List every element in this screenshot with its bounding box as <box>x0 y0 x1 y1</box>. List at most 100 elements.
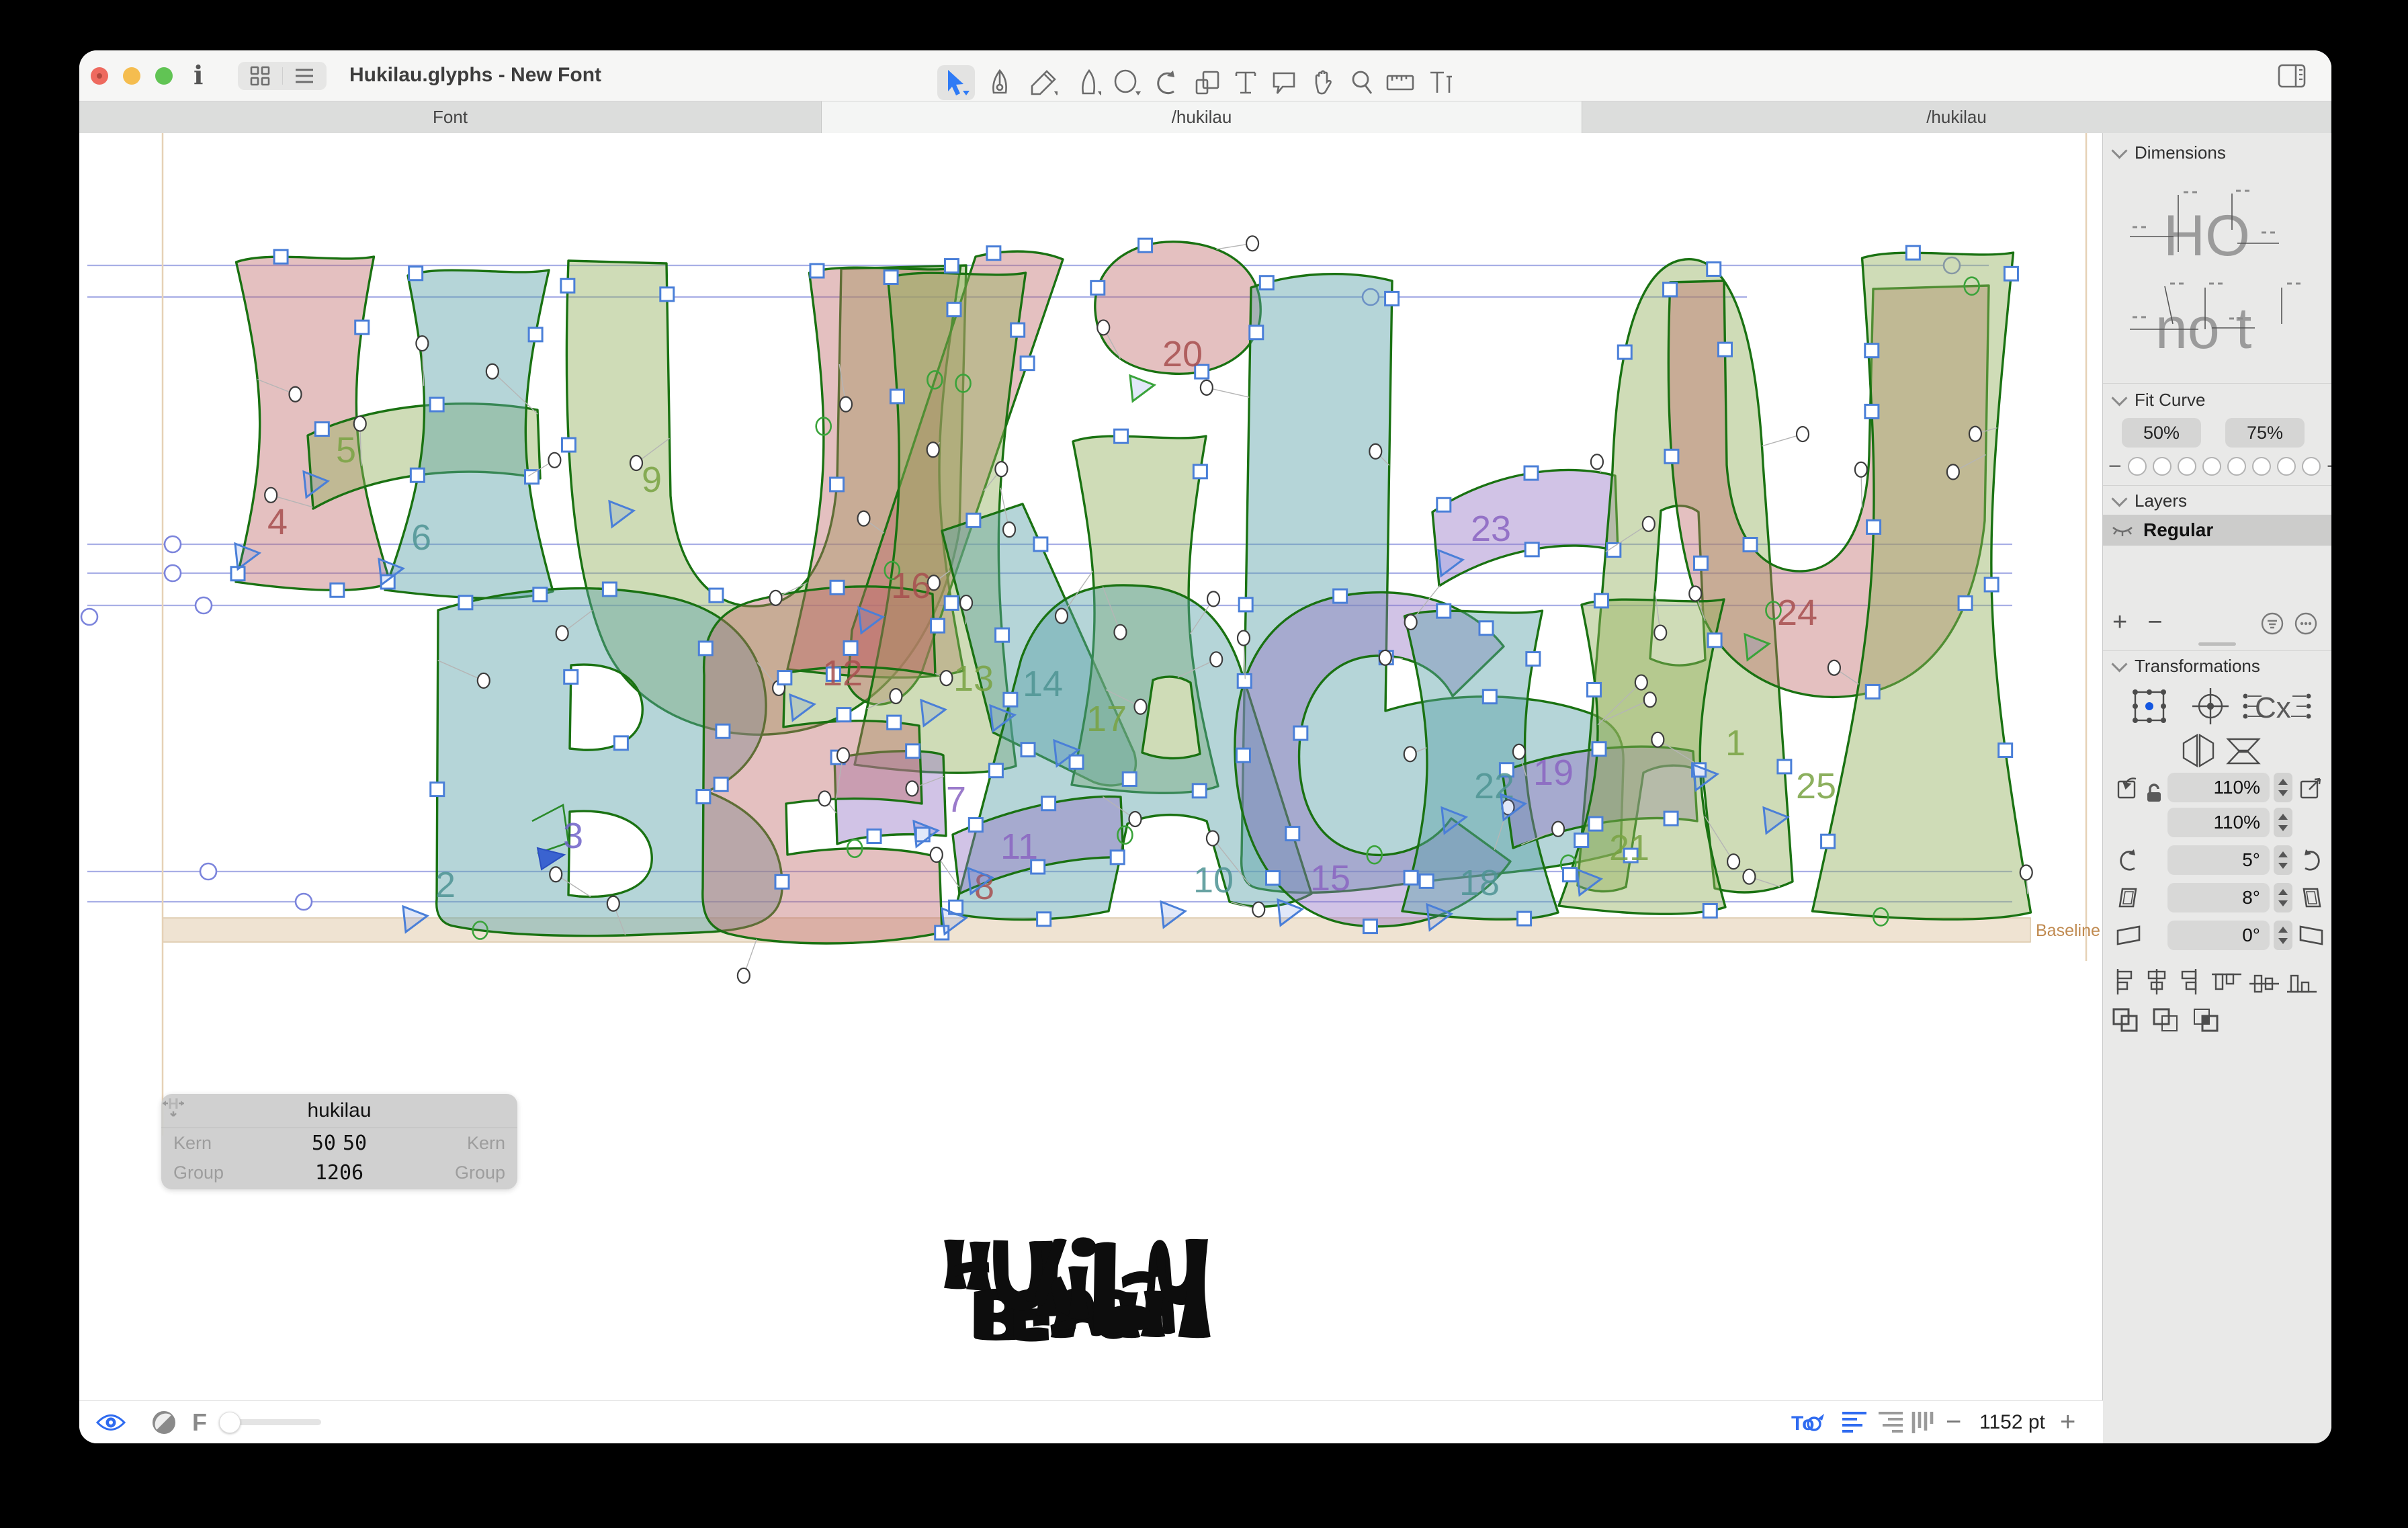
path-number-label: 3 <box>563 816 583 856</box>
rotate-tool[interactable] <box>1148 65 1186 100</box>
origin-center-dot <box>2145 702 2153 710</box>
union-icon <box>2114 1009 2137 1031</box>
rotate-cw-icon[interactable] <box>2296 845 2326 875</box>
view-segmented-control[interactable] <box>238 62 327 90</box>
kerning-icon: H <box>161 1094 185 1119</box>
slant-field[interactable]: 8° <box>2167 883 2270 912</box>
add-layer-button[interactable]: + <box>2112 608 2127 637</box>
info-icon[interactable]: i <box>194 60 203 90</box>
slant-left-icon[interactable] <box>2114 883 2143 912</box>
group-value[interactable]: 1206 <box>315 1161 363 1185</box>
zoom-out-button[interactable]: − <box>1946 1401 1961 1443</box>
right-sidebar: Dimensions HO no t Fit Curve 5 <box>2102 133 2331 1443</box>
skew-right-icon[interactable] <box>2296 921 2326 950</box>
rotate-ccw-icon[interactable] <box>2114 845 2143 875</box>
path-number-label: 2 <box>435 865 456 905</box>
rotate-field[interactable]: 5° <box>2167 845 2270 875</box>
panel-resize-handle[interactable] <box>2198 642 2236 646</box>
close-button[interactable] <box>91 67 108 85</box>
scale-x-stepper[interactable] <box>2274 773 2292 802</box>
kern-value-right[interactable]: 50 <box>343 1132 367 1155</box>
skew-stepper[interactable] <box>2274 921 2292 950</box>
slant-stepper[interactable] <box>2274 883 2292 912</box>
blackness-icon[interactable] <box>152 1401 176 1443</box>
boolean-icons-row[interactable] <box>2103 1004 2331 1037</box>
transform-origin-icons[interactable]: Cx <box>2103 683 2331 770</box>
preview-size-slider[interactable] <box>220 1401 321 1443</box>
align-icons-row[interactable] <box>2103 966 2331 997</box>
fit-curve-dot[interactable] <box>2178 457 2196 476</box>
grid-view-icon[interactable] <box>238 62 282 90</box>
features-button[interactable]: F <box>192 1401 207 1443</box>
layers-header[interactable]: Layers <box>2114 491 2187 511</box>
layer-row-regular[interactable]: Regular <box>2103 515 2331 546</box>
fit-curve-dot[interactable] <box>2302 457 2321 476</box>
preview-eye-icon[interactable] <box>96 1401 126 1443</box>
group-label-right: Group <box>438 1162 505 1183</box>
lock-open-icon[interactable] <box>2139 778 2169 808</box>
kerning-tool[interactable] <box>1422 65 1459 100</box>
kern-value-left[interactable]: 50 <box>312 1132 336 1155</box>
transform-tool[interactable] <box>1189 65 1226 100</box>
rotate-stepper[interactable] <box>2274 845 2292 875</box>
scale-up-icon[interactable] <box>2296 773 2326 802</box>
fit-curve-dot[interactable] <box>2227 457 2246 476</box>
zoom-level-value[interactable]: 1152 pt <box>1979 1401 2045 1443</box>
fit-curve-dots[interactable] <box>2128 457 2321 476</box>
hand-tool[interactable] <box>1305 65 1342 100</box>
sidebar-toggle-icon[interactable] <box>2278 64 2306 91</box>
annotation-tool[interactable] <box>1265 65 1303 100</box>
list-view-icon[interactable] <box>283 62 327 90</box>
skew-field[interactable]: 0° <box>2167 921 2270 950</box>
background-reference-icon: Cx <box>2243 691 2311 724</box>
measure-tool[interactable] <box>1381 65 1419 100</box>
align-text-left-icon[interactable] <box>1841 1401 1868 1443</box>
align-center-v-icon <box>2249 976 2279 992</box>
minimize-button[interactable] <box>123 67 140 85</box>
fit-curve-max-button[interactable]: 75% <box>2225 418 2305 448</box>
path-number-label: 7 <box>946 779 966 820</box>
fit-curve-minus[interactable]: − <box>2108 458 2122 474</box>
skew-left-icon[interactable] <box>2114 921 2143 950</box>
zoom-in-button[interactable]: + <box>2060 1401 2075 1443</box>
dimensions-header[interactable]: Dimensions <box>2114 142 2226 163</box>
fit-curve-dot[interactable] <box>2277 457 2296 476</box>
kern-label-right: Kern <box>438 1133 505 1154</box>
transformations-header[interactable]: Transformations <box>2114 656 2260 677</box>
scale-x-field[interactable]: 110% <box>2167 773 2270 802</box>
scale-y-stepper[interactable] <box>2274 808 2292 837</box>
glyph-path-23[interactable] <box>1432 470 1618 586</box>
fit-curve-plus[interactable]: + <box>2327 458 2331 474</box>
fit-curve-dot[interactable] <box>2153 457 2172 476</box>
fit-curve-dot[interactable] <box>2202 457 2221 476</box>
fit-curve-dot[interactable] <box>2252 457 2271 476</box>
slant-right-icon[interactable] <box>2296 883 2326 912</box>
baseline-label: Baseline <box>2036 921 2100 940</box>
tab-Font[interactable]: Font <box>79 101 822 133</box>
glyph-info-box[interactable]: hukilau Kern 50 H 50 Kern Group 1206 <box>161 1094 517 1189</box>
eye-closed-icon[interactable] <box>2111 522 2134 538</box>
title-bar: i Hukilau.glyphs - New Font <box>79 50 2331 101</box>
shape-pen-tool[interactable] <box>1068 65 1106 100</box>
vertical-text-icon[interactable] <box>1911 1401 1934 1443</box>
tab-hukilau[interactable]: /hukilau <box>822 101 1582 133</box>
fit-curve-dot[interactable] <box>2128 457 2147 476</box>
select-tool[interactable] <box>937 65 975 100</box>
tab-hukilau[interactable]: /hukilau <box>1582 101 2331 133</box>
glyph-path-8[interactable] <box>703 587 942 943</box>
text-tool[interactable] <box>1227 65 1264 100</box>
fit-curve-min-button[interactable]: 50% <box>2122 418 2201 448</box>
slider-knob[interactable] <box>219 1412 241 1433</box>
zoom-button[interactable] <box>155 67 173 85</box>
scale-y-field[interactable]: 110% <box>2167 808 2270 837</box>
fit-curve-header[interactable]: Fit Curve <box>2114 390 2205 411</box>
remove-layer-button[interactable]: − <box>2147 608 2162 637</box>
text-mode-icon[interactable]: To <box>1791 1401 1826 1443</box>
pencil-tool[interactable] <box>1025 65 1062 100</box>
align-text-right-icon[interactable] <box>1877 1401 1904 1443</box>
edit-canvas[interactable]: Baseline45691216131417202223124252378101… <box>79 133 2103 1401</box>
layer-panel-icons[interactable] <box>2258 609 2322 638</box>
zoom-tool[interactable] <box>1343 65 1381 100</box>
pen-tool[interactable] <box>981 65 1019 100</box>
ellipse-tool[interactable] <box>1109 65 1146 100</box>
